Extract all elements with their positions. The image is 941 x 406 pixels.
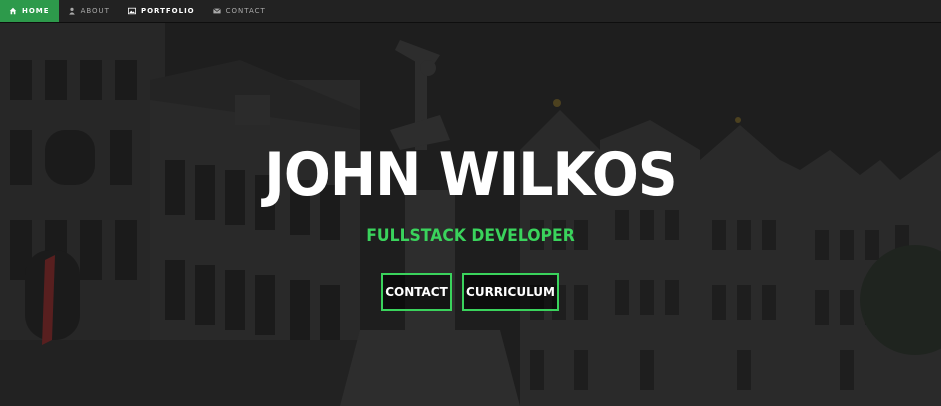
nav-label-contact: CONTACT [225,7,266,15]
hero-content: JOHN WILKOS FULLSTACK DEVELOPER CONTACT … [0,0,941,406]
top-navbar: HOME ABOUT PORTFOLIO CONTACT [0,0,941,23]
hero-role: FULLSTACK DEVELOPER [366,226,575,246]
nav-item-portfolio[interactable]: PORTFOLIO [119,0,204,22]
hero-name: JOHN WILKOS [264,140,677,210]
nav-item-home[interactable]: HOME [0,0,59,22]
contact-button[interactable]: CONTACT [381,273,452,311]
nav-label-about: ABOUT [80,7,110,15]
nav-label-home: HOME [22,7,50,15]
curriculum-button[interactable]: CURRICULUM [462,273,559,311]
user-icon [68,7,75,15]
home-icon [9,7,17,15]
envelope-icon [212,8,221,14]
nav-label-portfolio: PORTFOLIO [140,7,195,15]
nav-item-about[interactable]: ABOUT [59,0,119,22]
nav-item-contact[interactable]: CONTACT [204,0,275,22]
image-icon [127,7,136,15]
